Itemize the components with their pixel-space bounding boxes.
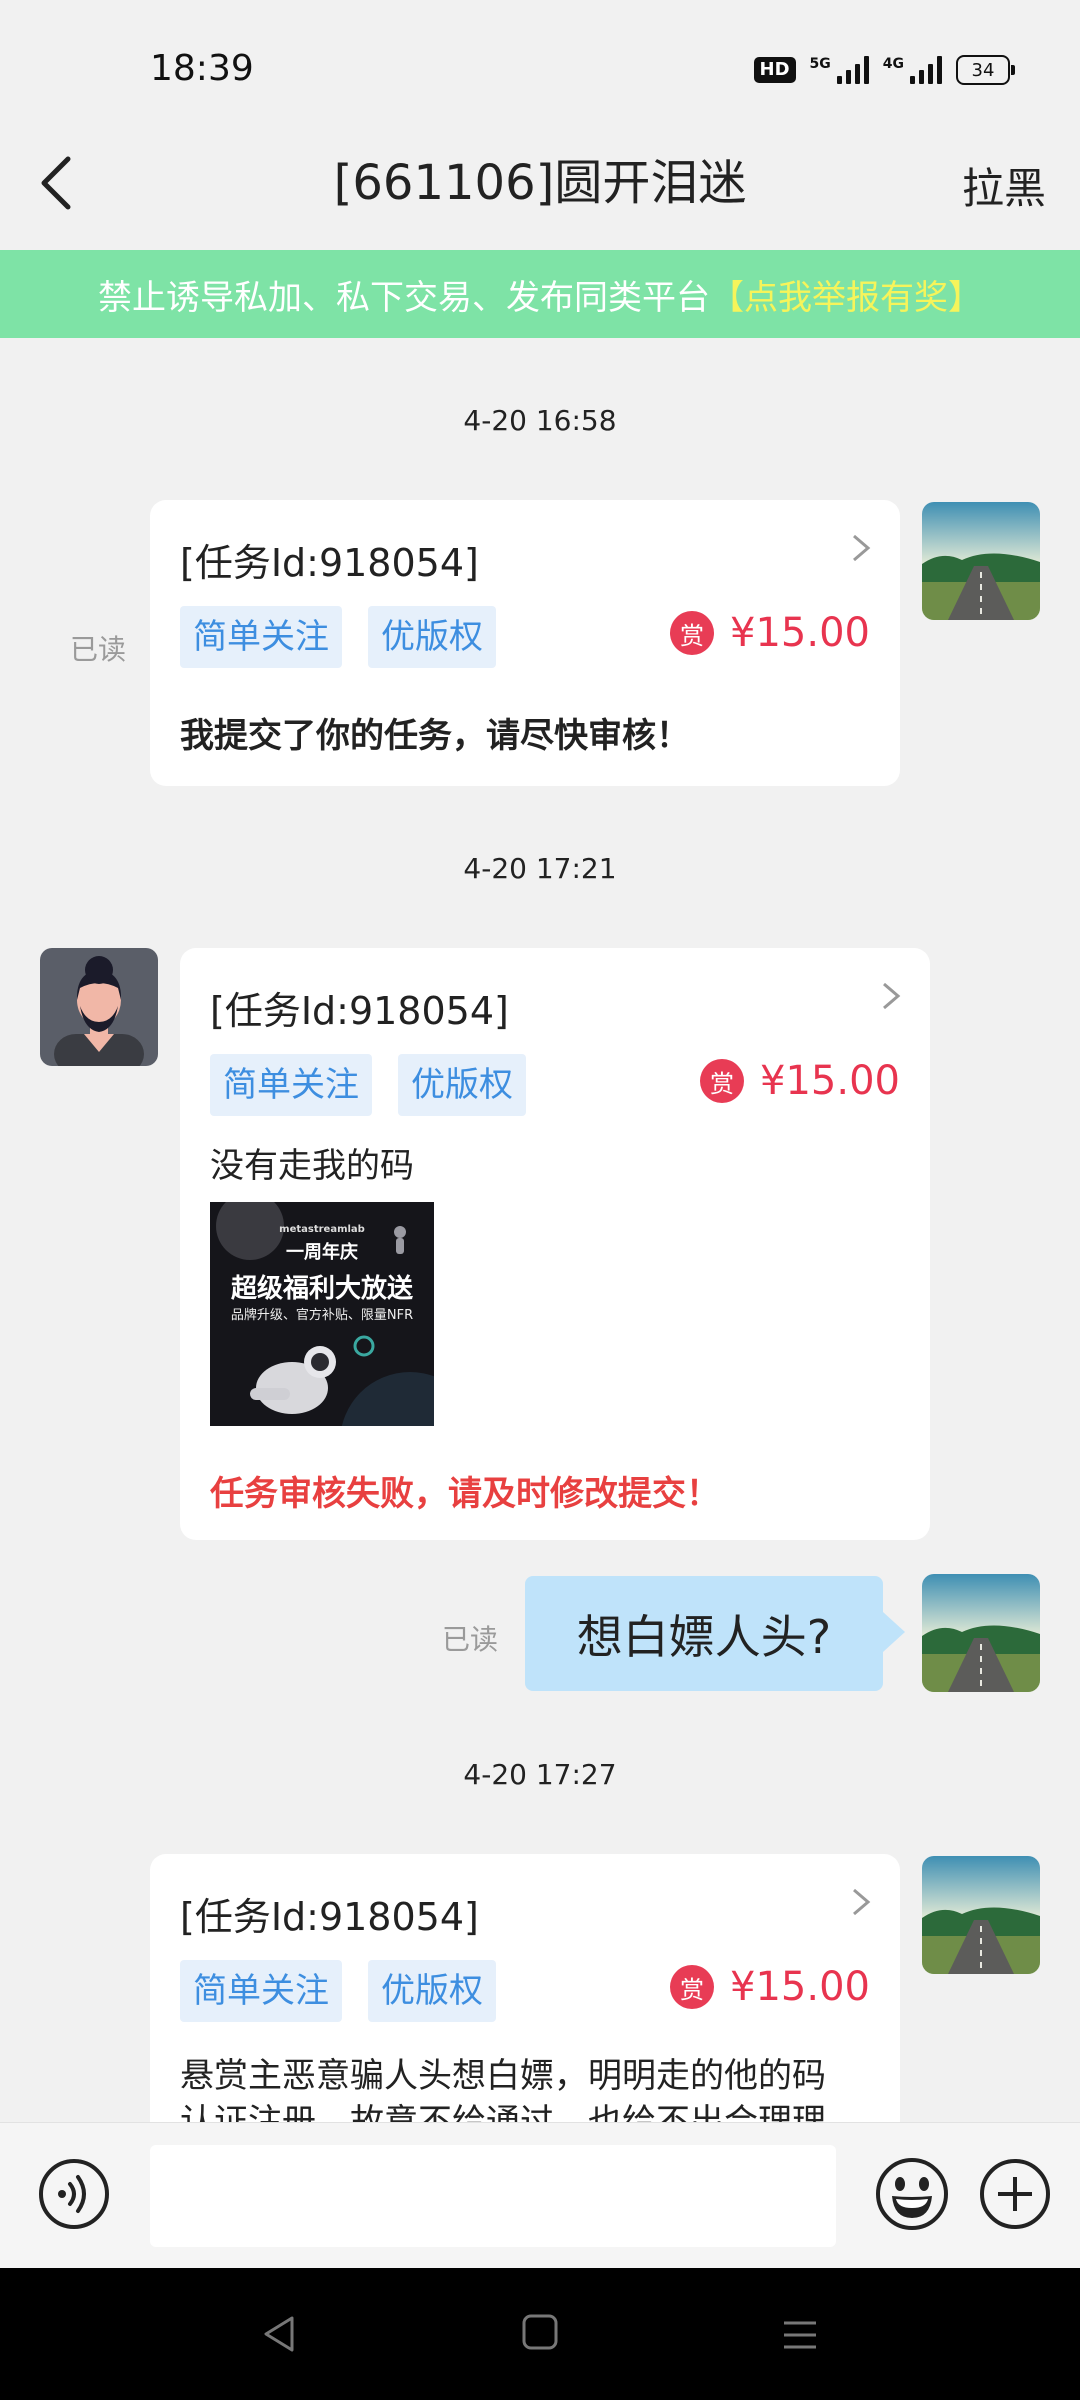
warning-banner[interactable]: 禁止诱导私加、私下交易、发布同类平台 【点我举报有奖】 (0, 250, 1080, 338)
proof-image[interactable]: metastreamlab 一周年庆 超级福利大放送 品牌升级、官方补贴、限量N… (210, 1202, 434, 1426)
task-card[interactable]: [任务Id:918054] 简单关注 优版权 赏 ¥15.00 悬赏主恶意骗人头… (150, 1854, 900, 2122)
task-card[interactable]: [任务Id:918054] 简单关注 优版权 赏 ¥15.00 我提交了你的任务… (150, 500, 900, 786)
read-status: 已读 (70, 633, 127, 666)
task-id: [任务Id:918054] (180, 541, 479, 585)
battery-icon: 34 (956, 55, 1015, 85)
nav-menu-icon[interactable] (780, 2315, 820, 2355)
reward-price: ¥15.00 (730, 1964, 870, 2010)
reward: 赏 ¥15.00 (700, 1058, 900, 1104)
status-icons: HD 5G 4G 34 (753, 52, 1015, 88)
reward: 赏 ¥15.00 (670, 1964, 870, 2010)
message-time: 4-20 17:21 (463, 852, 617, 885)
message-text-line: 悬赏主恶意骗人头想白嫖，明明走的他的码 (180, 2056, 826, 2096)
reward-icon: 赏 (700, 1059, 745, 1103)
message-time: 4-20 17:27 (463, 1758, 617, 1791)
reward-price: ¥15.00 (730, 610, 870, 656)
hd-icon: HD (753, 57, 796, 83)
promo-line3: 品牌升级、官方补贴、限量NFR (230, 1308, 414, 1323)
task-tag: 简单关注 (180, 1960, 342, 2022)
user-avatar[interactable] (922, 502, 1040, 620)
promo-brand: metastreamlab (279, 1224, 365, 1235)
reward: 赏 ¥15.00 (670, 610, 870, 656)
nav-home-icon[interactable] (521, 2313, 559, 2351)
task-card[interactable]: [任务Id:918054] 简单关注 优版权 赏 ¥15.00 没有走我的码 m… (180, 948, 930, 1540)
plus-icon[interactable] (978, 2157, 1052, 2231)
report-link[interactable]: 【点我举报有奖】 (710, 270, 982, 319)
task-id: [任务Id:918054] (180, 1895, 479, 1939)
signal-4g-icon: 4G (883, 56, 942, 84)
bubble-tail (883, 1612, 905, 1652)
user-avatar[interactable] (922, 1574, 1040, 1692)
message-input[interactable] (150, 2145, 836, 2247)
message-text-line: 认证注册，故意不给通过。也给不出合理理 (180, 2102, 826, 2122)
merchant-avatar[interactable] (40, 948, 158, 1066)
signal-5g-icon: 5G (810, 56, 869, 84)
reward-icon: 赏 (670, 611, 715, 655)
sent-message-bubble[interactable]: 想白嫖人头? (525, 1576, 883, 1691)
task-tag: 优版权 (368, 1960, 496, 2022)
reward-price: ¥15.00 (760, 1058, 900, 1104)
read-status: 已读 (442, 1623, 499, 1656)
message-text: 我提交了你的任务，请尽快审核！ (180, 716, 690, 756)
task-tag: 简单关注 (180, 606, 342, 668)
chevron-right-icon (883, 982, 901, 1010)
promo-line1: 一周年庆 (286, 1242, 358, 1263)
back-arrow-icon[interactable] (30, 153, 90, 213)
block-button[interactable]: 拉黑 (962, 155, 1046, 216)
task-tag: 简单关注 (210, 1054, 372, 1116)
user-avatar[interactable] (922, 1856, 1040, 1974)
message-text: 没有走我的码 (210, 1146, 414, 1186)
promo-line2: 超级福利大放送 (230, 1274, 413, 1304)
emoji-icon[interactable] (874, 2156, 950, 2232)
task-tag: 优版权 (398, 1054, 526, 1116)
chevron-right-icon (853, 1888, 871, 1916)
message-time: 4-20 16:58 (463, 404, 617, 437)
chevron-right-icon (853, 534, 871, 562)
chat-header (0, 140, 1080, 250)
task-tag: 优版权 (368, 606, 496, 668)
nav-back-icon[interactable] (258, 2312, 302, 2356)
voice-icon[interactable] (38, 2158, 110, 2230)
task-id: [任务Id:918054] (210, 989, 509, 1033)
banner-text: 禁止诱导私加、私下交易、发布同类平台 (98, 277, 710, 318)
status-time: 18:39 (150, 48, 254, 89)
review-status: 任务审核失败，请及时修改提交！ (210, 1474, 720, 1514)
reward-icon: 赏 (670, 1965, 715, 2009)
